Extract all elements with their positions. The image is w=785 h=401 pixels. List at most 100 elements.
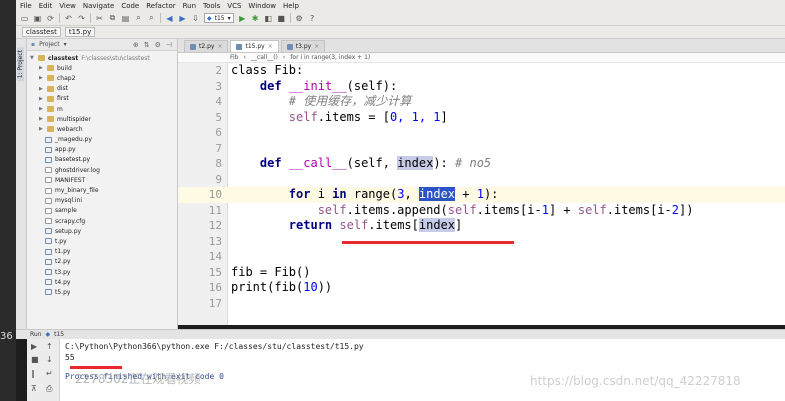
tab-t2[interactable]: t2.py × [184,40,229,52]
chevron-right-icon[interactable]: ▶ [39,106,44,112]
rerun-icon[interactable]: ▶ [31,342,37,351]
tree-item-label: scrapy.cfg [55,217,86,225]
chevron-down-icon[interactable]: ▾ [64,41,67,48]
tree-item[interactable]: app.py [27,145,177,155]
tree-item[interactable]: ▶ m [27,104,177,114]
cut-icon[interactable]: ✂ [95,14,104,23]
tree-item-label: t5.py [55,288,71,296]
python-file-icon [190,43,196,50]
tree-item[interactable]: t2.py [27,257,177,267]
tree-item[interactable]: sample [27,206,177,216]
debug-icon[interactable]: ✱ [251,14,260,23]
find-icon[interactable]: ⌕ [134,13,143,23]
sync-icon[interactable]: ⟳ [46,14,55,23]
close-icon[interactable]: × [314,43,319,50]
pin-icon[interactable]: ⊼ [31,384,37,393]
run-icon[interactable]: ▶ [238,14,247,23]
wrap-icon[interactable]: ↵ [46,369,53,378]
menu-window[interactable]: Window [248,2,276,10]
build-icon[interactable]: ⇩ [191,14,200,23]
run-panel-config[interactable]: t15 [54,331,64,338]
tree-item[interactable]: ▶ chap2 [27,73,177,83]
hide-icon[interactable]: ⊣ [166,41,172,49]
chevron-right-icon[interactable]: ▶ [39,96,44,102]
tree-item[interactable]: MANIFEST [27,175,177,185]
tree-item[interactable]: t.py [27,236,177,246]
menu-help[interactable]: Help [283,2,299,10]
tree-item[interactable]: _magedu.py [27,135,177,145]
navigation-bar: classtest t15.py [16,26,785,39]
coverage-icon[interactable]: ◧ [264,14,273,23]
nav-file-crumb[interactable]: t15.py [64,27,96,37]
tree-item[interactable]: mysql.ini [27,196,177,206]
line-number: 12 [208,219,222,232]
tab-t3[interactable]: t3.py × [280,40,326,52]
close-icon[interactable]: × [268,43,273,50]
menu-edit[interactable]: Edit [39,2,53,10]
pause-icon[interactable]: ‖ [31,369,35,378]
menu-tools[interactable]: Tools [203,2,220,10]
run-config-select[interactable]: ◆ t15 ▾ [204,13,234,23]
menu-refactor[interactable]: Refactor [146,2,175,10]
breadcrumb-class[interactable]: Fib [230,54,239,61]
menu-bar: File Edit View Navigate Code Refactor Ru… [16,0,785,11]
menu-code[interactable]: Code [121,2,139,10]
breadcrumb-method[interactable]: __call__() [251,54,278,61]
locate-icon[interactable]: ⊕ [133,41,139,49]
back-icon[interactable]: ◀ [165,14,174,23]
tree-item[interactable]: my_binary_file [27,185,177,195]
open-folder-icon[interactable]: ▭ [20,14,29,23]
tree-item[interactable]: t3.py [27,267,177,277]
tree-item[interactable]: ▶ webarch [27,124,177,134]
save-icon[interactable]: ▣ [33,14,42,23]
tree-item[interactable]: ghostdriver.log [27,165,177,175]
redo-icon[interactable]: ↷ [77,14,86,23]
chevron-down-icon[interactable]: ▼ [30,55,35,61]
stop-icon[interactable]: ■ [277,14,286,23]
chevron-right-icon[interactable]: ▶ [39,86,44,92]
forward-icon[interactable]: ▶ [178,14,187,23]
tree-item[interactable]: basetest.py [27,155,177,165]
nav-project-crumb[interactable]: classtest [22,27,61,37]
menu-vcs[interactable]: VCS [227,2,241,10]
print-icon[interactable]: ⎙ [46,384,52,394]
tree-item[interactable]: ▶ multispider [27,114,177,124]
menu-view[interactable]: View [59,2,76,10]
run-panel-label[interactable]: Run [30,331,42,338]
paste-icon[interactable]: ▤ [121,14,130,23]
project-tool-tab[interactable]: 1: Project [17,47,24,82]
menu-run[interactable]: Run [183,2,196,10]
chevron-right-icon[interactable]: ▶ [39,65,44,71]
tree-item[interactable]: ▶ build [27,63,177,73]
tree-item[interactable]: t1.py [27,247,177,257]
chevron-right-icon[interactable]: ▶ [39,126,44,132]
stop-icon[interactable]: ■ [31,355,39,364]
up-arrow-icon[interactable]: ↑ [46,342,53,351]
settings-icon[interactable]: ⚙ [295,14,304,23]
replace-icon[interactable]: ⌕ [147,13,156,23]
help-icon[interactable]: ? [308,14,317,23]
tree-item[interactable]: t5.py [27,287,177,297]
menu-navigate[interactable]: Navigate [83,2,114,10]
tree-root[interactable]: ▼ classtest F:\classes\stu\classtest [27,53,177,63]
chevron-right-icon[interactable]: ▶ [39,75,44,81]
gear-icon[interactable]: ⚙ [155,41,161,49]
tree-item[interactable]: ▶ dist [27,84,177,94]
tree-item[interactable]: t4.py [27,277,177,287]
collapse-icon[interactable]: ⇅ [144,41,150,49]
file-icon [45,136,52,143]
copy-icon[interactable]: ⧉ [108,13,117,23]
chevron-right-icon[interactable]: ▶ [39,116,44,122]
menu-file[interactable]: File [20,2,32,10]
tree-item[interactable]: setup.py [27,226,177,236]
project-view-label[interactable]: Project [39,41,60,48]
tree-item[interactable]: ▶ first [27,94,177,104]
undo-icon[interactable]: ↶ [64,14,73,23]
tab-t15[interactable]: t15.py × [230,40,279,52]
tree-item[interactable]: scrapy.cfg [27,216,177,226]
code-editor[interactable]: class Fib: def __init__(self): # 使用缓存，减少… [228,63,785,325]
close-icon[interactable]: × [217,43,222,50]
down-arrow-icon[interactable]: ↓ [46,355,53,364]
breadcrumb-loop[interactable]: for i in range(3, index + 1) [290,54,370,61]
file-icon [45,248,52,255]
